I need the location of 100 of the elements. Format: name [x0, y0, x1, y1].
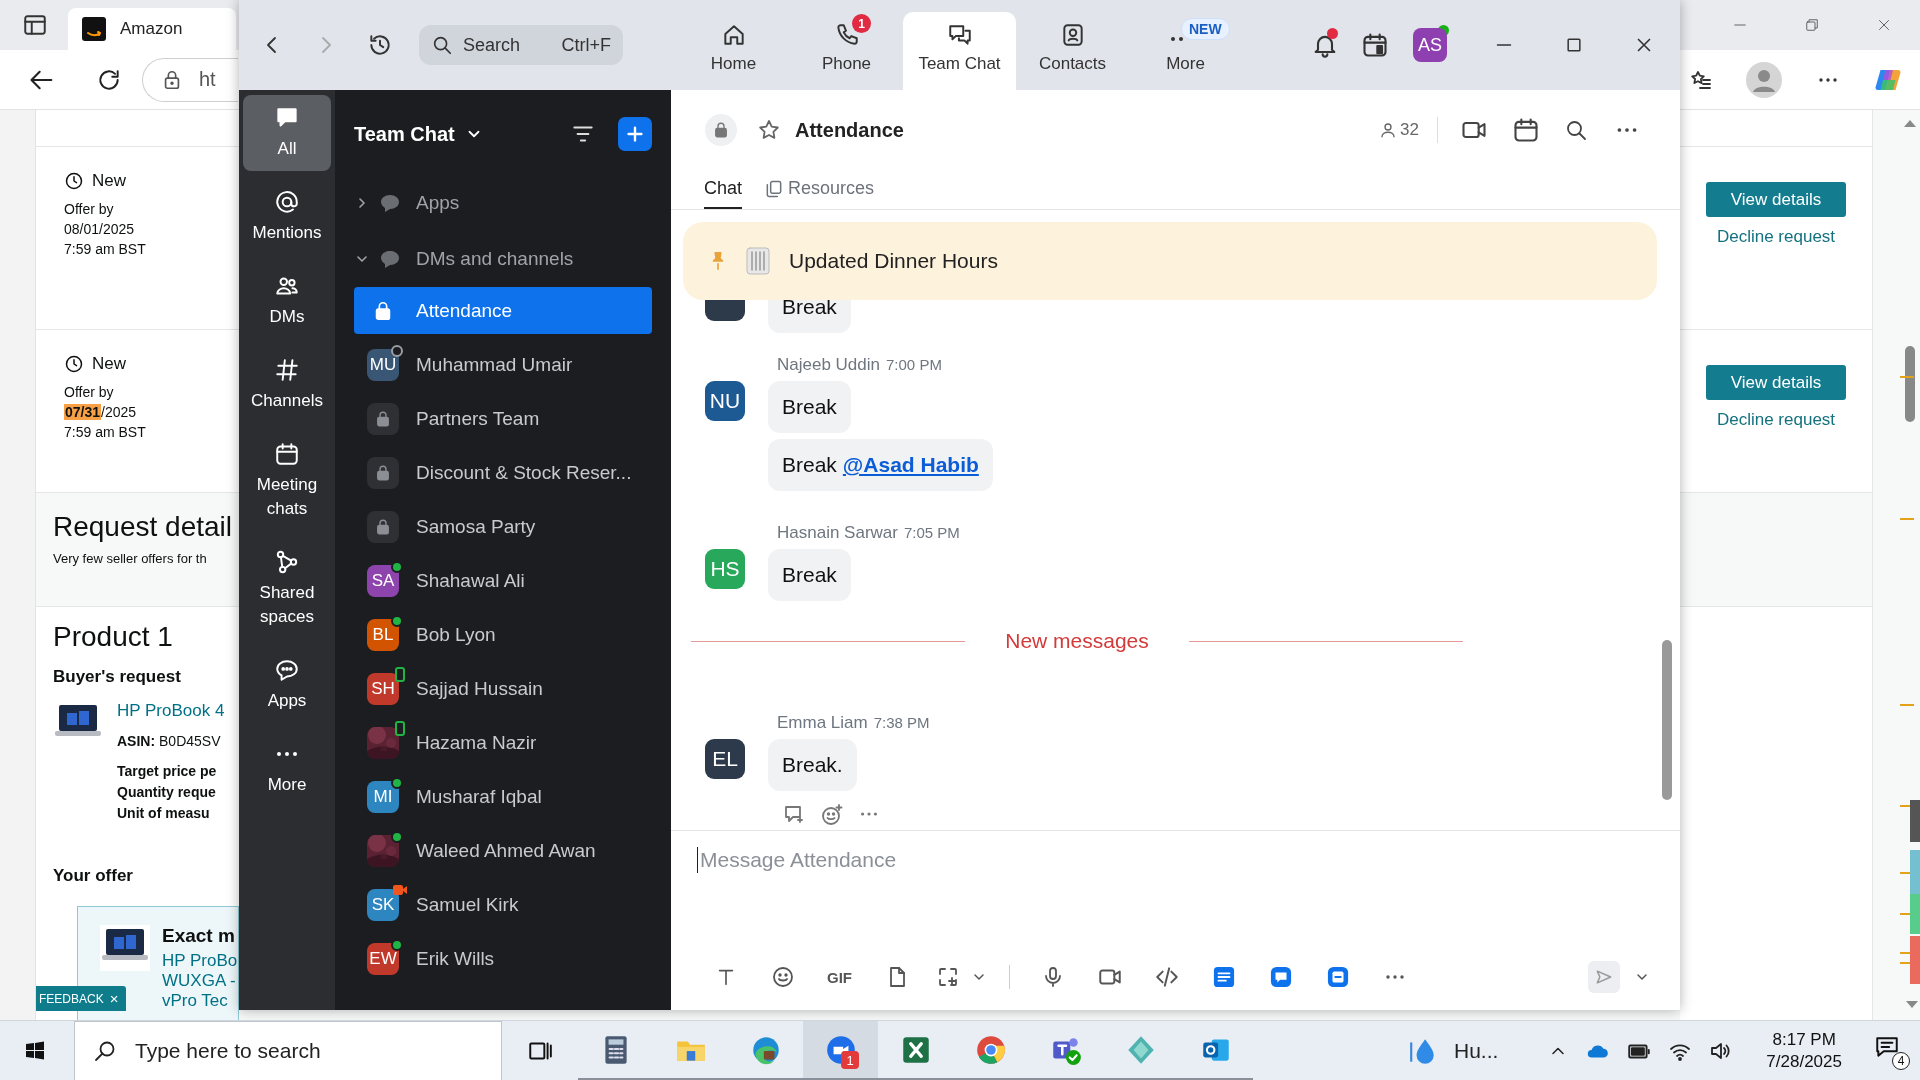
chat-list-item[interactable]: MU Muhammad Umair — [354, 341, 652, 388]
rail-item[interactable]: More — [243, 731, 331, 807]
offer-status: New — [92, 354, 126, 374]
section-label[interactable]: DMs and channels — [416, 248, 574, 270]
detail-label: Target price pe — [117, 762, 218, 781]
emoji-icon[interactable] — [770, 965, 795, 989]
chat-list-item[interactable]: Partners Team — [354, 395, 652, 442]
send-button[interactable] — [1588, 961, 1620, 993]
chat-list-item[interactable]: EW Erik Wills — [354, 935, 652, 982]
offer-link[interactable]: WUXGA - — [162, 971, 238, 991]
channel-avatar — [367, 510, 399, 543]
user-avatar: SA — [367, 564, 399, 597]
chat-list-item[interactable]: Attendance — [354, 287, 652, 334]
speech-bubble-icon — [274, 657, 300, 683]
calendar-icon[interactable] — [1512, 116, 1540, 144]
message-bubble: Break. — [768, 739, 857, 791]
calendar-icon[interactable] — [1361, 31, 1389, 59]
channel-avatar — [367, 402, 399, 435]
taskbar-app[interactable]: 1 — [803, 1021, 878, 1080]
clock-icon — [64, 171, 84, 191]
chat-list-item[interactable]: SK Samuel Kirk — [354, 881, 652, 928]
member-count[interactable]: 32 — [1379, 120, 1419, 140]
chat-list-item[interactable]: Hazama Nazir — [354, 719, 652, 766]
profile-icon[interactable] — [1746, 61, 1783, 98]
chat-list-item[interactable]: SA Shahawal Ali — [354, 557, 652, 604]
pinned-message[interactable]: Updated Dinner Hours — [683, 222, 1657, 300]
sidebar-title[interactable]: Team Chat — [354, 122, 455, 146]
channel-tab[interactable]: Resources — [764, 170, 875, 209]
search-field[interactable]: Search Ctrl+F — [419, 25, 623, 65]
channel-tab[interactable]: Chat — [704, 170, 743, 209]
scrollbar[interactable] — [1662, 640, 1672, 800]
user-avatar: EL — [705, 739, 745, 779]
board-app-icon[interactable] — [1326, 966, 1349, 988]
nav-tab[interactable]: NEW More — [1129, 12, 1242, 90]
message-meta: Emma Liam 7:38 PM — [777, 713, 931, 733]
add-reaction-icon[interactable] — [820, 803, 844, 827]
mention-link[interactable]: @Asad Habib — [842, 453, 979, 477]
message-bubble: Break @Asad Habib — [768, 439, 993, 491]
notification-button[interactable]: 4 — [1872, 1032, 1910, 1070]
nav-tab[interactable]: Team Chat — [903, 12, 1016, 90]
user-avatar: NU — [705, 381, 745, 421]
browser-tab[interactable]: Amazon — [68, 8, 236, 50]
detail-label: Unit of measu — [117, 804, 211, 823]
decline-link[interactable]: Decline request — [1716, 227, 1836, 247]
message-meta: Najeeb Uddin 7:00 PM — [777, 355, 943, 375]
code-icon[interactable] — [1153, 964, 1180, 990]
chat-list-item[interactable]: SH Sajjad Hussain — [354, 665, 652, 712]
maximize-icon[interactable] — [1564, 35, 1584, 55]
chat-app-icon[interactable] — [1269, 966, 1292, 988]
screenshot-icon[interactable] — [936, 965, 960, 989]
offer-status: New — [92, 171, 126, 191]
sidebar-icon[interactable] — [22, 12, 48, 38]
gif-button[interactable]: GIF — [827, 968, 852, 986]
clock[interactable]: 8:17 PM 7/28/2025 — [1766, 1029, 1842, 1073]
view-details-button[interactable]: View details — [1706, 365, 1846, 400]
chat-list-item[interactable]: Samosa Party — [354, 503, 652, 550]
history-icon[interactable] — [367, 32, 393, 58]
weather-widget[interactable]: Hu... — [1408, 1036, 1499, 1066]
chat-list-item[interactable]: MI Musharaf Iqbal — [354, 773, 652, 820]
calendar-icon — [274, 441, 300, 467]
rail-item[interactable]: Channels — [243, 347, 331, 423]
user-avatar: BL — [367, 618, 399, 651]
section-label[interactable]: Apps — [416, 192, 460, 214]
rail-item[interactable]: Shared spaces — [243, 539, 331, 639]
restore-icon[interactable] — [1803, 16, 1821, 34]
chat-icon — [946, 22, 973, 48]
rail-item[interactable]: DMs — [243, 263, 331, 339]
view-details-button[interactable]: View details — [1706, 182, 1846, 217]
chat-list-item[interactable]: Waleed Ahmed Awan — [354, 827, 652, 874]
decline-link[interactable]: Decline request — [1716, 410, 1836, 430]
share-nodes-icon — [274, 549, 300, 575]
feedback-button[interactable]: FEEDBACK × — [36, 986, 127, 1011]
product-heading: Product 1 — [53, 621, 174, 653]
rail-item[interactable]: All — [243, 95, 331, 171]
hash-icon — [274, 357, 300, 383]
offer-link[interactable]: vPro Tec — [162, 991, 238, 1011]
user-avatar: EW — [367, 942, 399, 975]
dots-icon — [277, 752, 297, 756]
rail-item[interactable]: Mentions — [243, 179, 331, 255]
offer-link[interactable]: HP ProBo — [162, 951, 238, 971]
product-link[interactable]: HP ProBook 4 — [117, 701, 225, 721]
search-icon — [431, 34, 453, 56]
laptop-icon — [100, 925, 150, 971]
taskbar-search-field[interactable]: Type here to search — [74, 1021, 502, 1080]
rail-item[interactable]: Apps — [243, 647, 331, 723]
user-avatar: MI — [367, 780, 399, 813]
search-icon[interactable] — [1564, 118, 1588, 142]
subheading: Your offer — [53, 866, 134, 886]
document-app-icon[interactable] — [1212, 966, 1235, 988]
chat-list-item[interactable]: Discount & Stock Reser... — [354, 449, 652, 496]
user-avatar[interactable]: AS — [1413, 28, 1447, 62]
nav-tab[interactable]: Phone 1 — [790, 12, 903, 90]
nav-tab[interactable]: Home — [677, 12, 790, 90]
count-badge: 1 — [852, 14, 871, 33]
nav-tab[interactable]: Contacts — [1016, 12, 1129, 90]
star-icon[interactable] — [757, 118, 781, 142]
lock-badge — [705, 114, 737, 146]
new-chat-button[interactable] — [618, 117, 652, 151]
rail-item[interactable]: Meeting chats — [243, 431, 331, 531]
chat-list-item[interactable]: BL Bob Lyon — [354, 611, 652, 658]
